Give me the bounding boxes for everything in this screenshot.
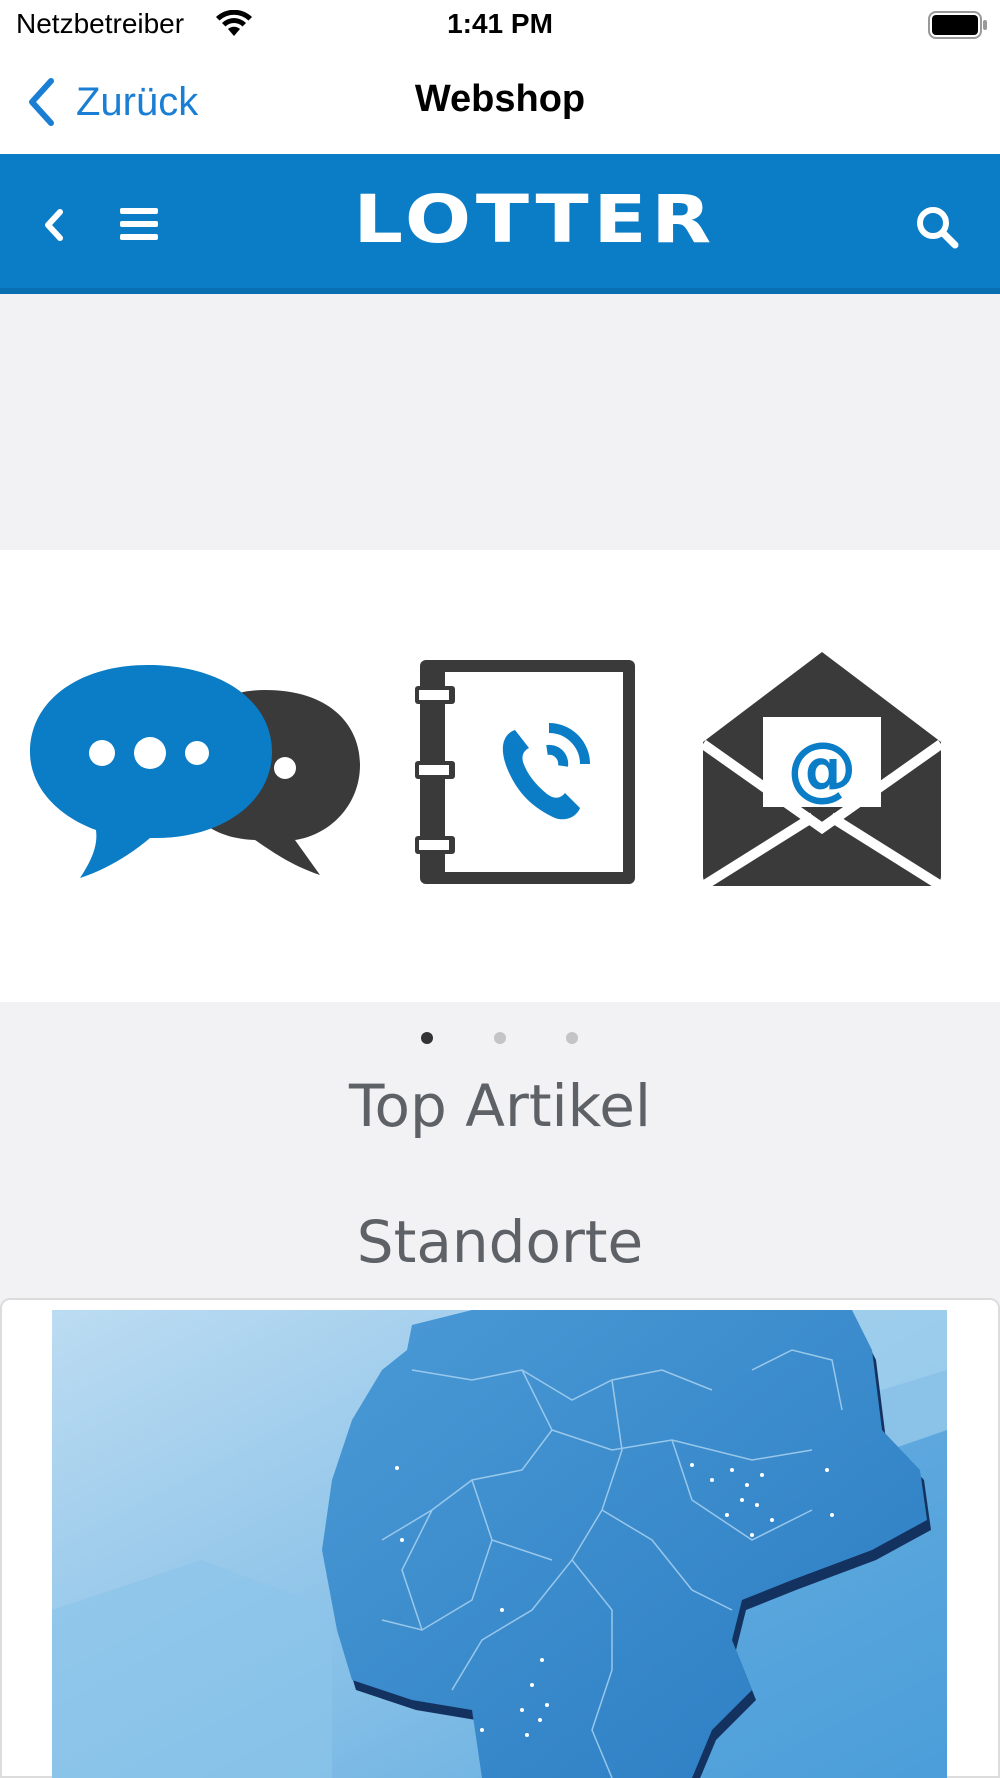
chat-bubbles-icon[interactable]: [30, 660, 360, 885]
germany-map-image[interactable]: [52, 1310, 947, 1778]
top-articles-heading: Top Artikel: [348, 1072, 651, 1140]
contact-slider[interactable]: @: [0, 550, 1000, 1002]
slider-dot-1[interactable]: [421, 1032, 433, 1044]
battery-icon: [928, 11, 987, 39]
shop-header: LOTTER: [0, 154, 1000, 294]
clock: 1:41 PM: [447, 8, 553, 39]
logo-text: LOTTER: [353, 180, 717, 258]
shop-back-icon[interactable]: [36, 200, 72, 250]
slider-dot-3[interactable]: [566, 1032, 578, 1044]
page-title: Webshop: [414, 78, 586, 120]
locations-heading: Standorte: [356, 1208, 644, 1276]
search-icon[interactable]: [912, 202, 962, 252]
germany-map-graphic: [52, 1310, 947, 1778]
svg-text:@: @: [787, 727, 857, 809]
phone-book-icon[interactable]: [415, 658, 635, 886]
hamburger-menu-icon[interactable]: [118, 204, 162, 244]
status-bar: Netzbetreiber 1:41 PM: [0, 0, 1000, 52]
slider-dot-2[interactable]: [494, 1032, 506, 1044]
email-envelope-icon[interactable]: @: [703, 652, 941, 888]
slider-pagination: [0, 1002, 1000, 1068]
lotter-logo[interactable]: LOTTER: [350, 181, 720, 258]
banner-placeholder: [0, 294, 1000, 550]
navigation-bar: Zurück Webshop: [0, 52, 1000, 154]
